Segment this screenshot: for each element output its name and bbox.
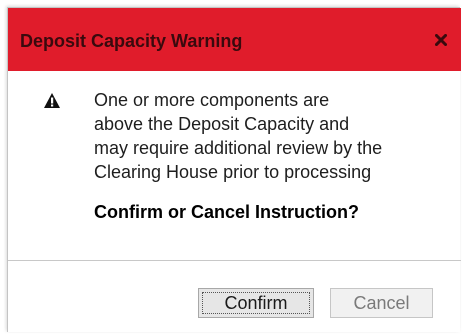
- confirm-button[interactable]: Confirm: [198, 288, 314, 318]
- dialog-titlebar: Deposit Capacity Warning: [8, 8, 461, 71]
- message-line: One or more components are: [94, 90, 330, 110]
- message-line: may require additional review by the: [94, 138, 383, 158]
- message-line: Clearing House prior to processing: [94, 162, 372, 182]
- warning-triangle-icon: [43, 92, 61, 109]
- footer-divider: [8, 260, 461, 261]
- warning-message: One or more components are above the Dep…: [94, 88, 454, 184]
- dialog-title: Deposit Capacity Warning: [20, 31, 243, 51]
- cancel-button[interactable]: Cancel: [330, 288, 433, 318]
- message-line: above the Deposit Capacity and: [94, 114, 350, 134]
- confirm-question: Confirm or Cancel Instruction?: [94, 202, 360, 222]
- confirm-button-label: Confirm: [224, 293, 288, 313]
- deposit-capacity-warning-dialog: Deposit Capacity Warning One or more com…: [7, 7, 461, 332]
- close-icon[interactable]: [431, 30, 451, 50]
